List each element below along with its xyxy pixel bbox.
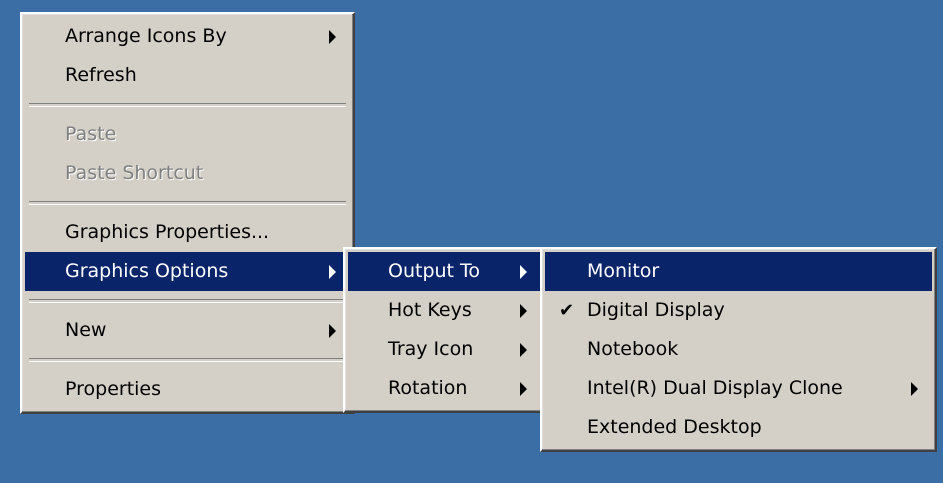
menu-item-label: Output To	[388, 260, 481, 282]
menu-item-graphics-properties[interactable]: Graphics Properties...	[25, 213, 350, 252]
output-to-submenu: Monitor ✔ Digital Display Notebook Intel…	[540, 247, 937, 452]
menu-item-arrange-icons-by[interactable]: Arrange Icons By	[25, 17, 350, 56]
menu-item-label: Intel(R) Dual Display Clone	[587, 377, 843, 399]
checkmark-icon: ✔	[559, 300, 575, 321]
desktop-context-menu: Arrange Icons By Refresh Paste Paste Sho…	[20, 12, 355, 414]
menu-item-label: Graphics Properties...	[65, 221, 270, 243]
menu-item-label: Digital Display	[587, 299, 725, 321]
menu-item-extended-desktop[interactable]: Extended Desktop	[545, 408, 932, 447]
menu-separator	[29, 299, 346, 303]
menu-separator	[29, 201, 346, 205]
menu-item-label: Rotation	[388, 377, 468, 399]
menu-item-label: Properties	[65, 378, 162, 400]
menu-item-label: Extended Desktop	[587, 416, 762, 438]
menu-item-notebook[interactable]: Notebook	[545, 330, 932, 369]
submenu-arrow-icon	[520, 382, 527, 396]
menu-item-rotation[interactable]: Rotation	[348, 369, 541, 408]
menu-item-label: Hot Keys	[388, 299, 472, 321]
menu-item-tray-icon[interactable]: Tray Icon	[348, 330, 541, 369]
menu-item-label: Arrange Icons By	[65, 25, 227, 47]
menu-separator	[29, 358, 346, 362]
menu-item-hot-keys[interactable]: Hot Keys	[348, 291, 541, 330]
menu-item-properties[interactable]: Properties	[25, 370, 350, 409]
menu-item-graphics-options[interactable]: Graphics Options	[25, 252, 350, 291]
menu-item-label: Tray Icon	[388, 338, 474, 360]
menu-item-paste: Paste	[25, 115, 350, 154]
menu-separator	[29, 103, 346, 107]
menu-item-dual-display-clone[interactable]: Intel(R) Dual Display Clone	[545, 369, 932, 408]
menu-item-refresh[interactable]: Refresh	[25, 56, 350, 95]
menu-item-monitor[interactable]: Monitor	[545, 252, 932, 291]
menu-item-label: Monitor	[587, 260, 660, 282]
submenu-arrow-icon	[329, 30, 336, 44]
menu-item-output-to[interactable]: Output To	[348, 252, 541, 291]
submenu-arrow-icon	[520, 304, 527, 318]
menu-item-digital-display[interactable]: ✔ Digital Display	[545, 291, 932, 330]
menu-item-label: Refresh	[65, 64, 137, 86]
submenu-arrow-icon	[520, 343, 527, 357]
menu-item-label: Graphics Options	[65, 260, 229, 282]
menu-item-label: New	[65, 319, 107, 341]
graphics-options-submenu: Output To Hot Keys Tray Icon Rotation	[343, 247, 546, 413]
menu-item-paste-shortcut: Paste Shortcut	[25, 154, 350, 193]
menu-item-label: Paste	[65, 123, 117, 145]
submenu-arrow-icon	[329, 265, 336, 279]
menu-item-new[interactable]: New	[25, 311, 350, 350]
menu-item-label: Paste Shortcut	[65, 162, 204, 184]
submenu-arrow-icon	[329, 324, 336, 338]
menu-item-label: Notebook	[587, 338, 679, 360]
submenu-arrow-icon	[520, 265, 527, 279]
submenu-arrow-icon	[911, 382, 918, 396]
